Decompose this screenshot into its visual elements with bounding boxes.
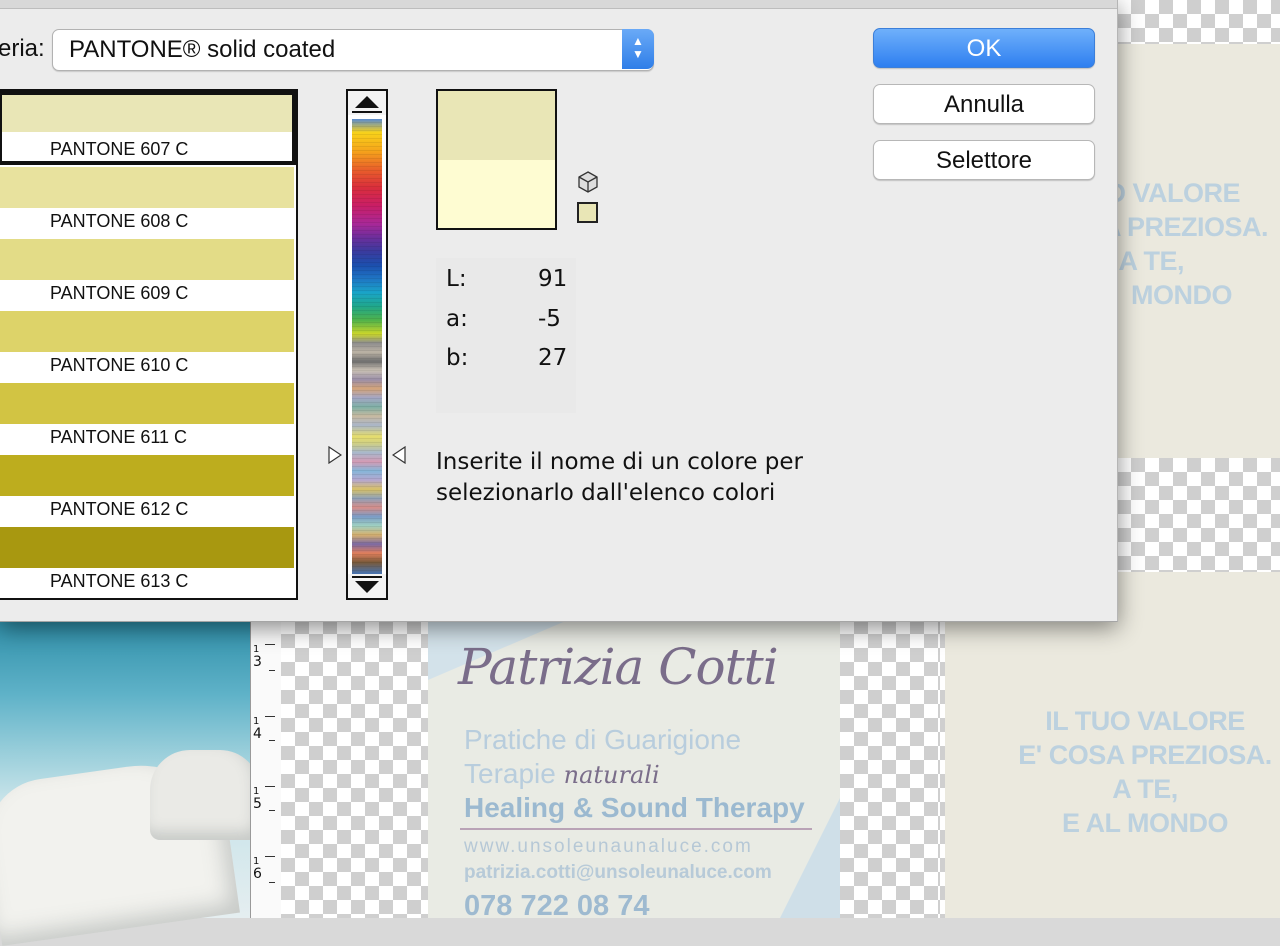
canvas-transparency-center <box>840 620 940 918</box>
slider-left-arrow-icon[interactable] <box>328 446 342 464</box>
swatch-611[interactable] <box>0 383 294 424</box>
cube-icon[interactable] <box>577 170 599 194</box>
b-label: b: <box>446 345 469 371</box>
signature-logo: Patrizia Cotti <box>458 638 779 696</box>
L-value: 91 <box>538 266 568 292</box>
ruler-mark-3: 13 <box>253 644 262 670</box>
card-email: patrizia.cotti@unsoleunaluce.com <box>464 862 772 883</box>
card-line-1: Pratiche di Guarigione <box>464 724 742 755</box>
dialog-titlebar-edge <box>0 0 1117 9</box>
b-value: 27 <box>538 345 568 371</box>
library-label: eria: <box>0 35 45 62</box>
select-arrows-icon: ▲ ▼ <box>622 29 654 69</box>
selected-swatch-highlight <box>0 91 296 165</box>
card-website: www.unsoleunaunaluce.com <box>464 836 753 857</box>
swatch-label-608: PANTONE 608 C <box>50 211 189 231</box>
card-line-2: Terapie naturali <box>464 758 660 789</box>
card-divider <box>460 828 812 830</box>
swatch-609[interactable] <box>0 239 294 280</box>
swatch-610[interactable] <box>0 311 294 352</box>
swatch-label-609: PANTONE 609 C <box>50 283 189 303</box>
canvas-transparency-mid-right <box>1117 458 1280 572</box>
canvas-transparency-top-right <box>1117 0 1280 44</box>
canvas-transparency-gap <box>940 620 945 918</box>
bedroom-photo <box>0 620 260 946</box>
color-range-slider[interactable] <box>346 89 388 600</box>
color-swatch-icon[interactable] <box>577 202 598 223</box>
ok-button[interactable]: OK <box>873 28 1095 68</box>
swatch-label-613: PANTONE 613 C <box>50 571 189 591</box>
card-phone: 078 722 08 74 <box>464 890 650 918</box>
scroll-down-icon[interactable] <box>348 574 386 598</box>
canvas-transparency-left <box>281 620 428 918</box>
new-color-preview <box>438 91 555 160</box>
vertical-ruler[interactable]: 13 14 15 16 <box>250 620 282 918</box>
swatch-608[interactable] <box>0 167 294 208</box>
swatch-label-610: PANTONE 610 C <box>50 355 189 375</box>
library-select[interactable]: PANTONE® solid coated ▲ ▼ <box>52 29 654 71</box>
scroll-up-icon[interactable] <box>348 91 386 115</box>
color-preview <box>436 89 557 230</box>
card-line-3: Healing & Sound Therapy <box>464 792 805 823</box>
hint-text: Inserite il nome di un colore per selezi… <box>436 449 803 506</box>
ruler-mark-6: 16 <box>253 856 262 882</box>
swatch-label-612: PANTONE 612 C <box>50 499 189 519</box>
picker-button[interactable]: Selettore <box>873 140 1095 180</box>
cancel-button[interactable]: Annulla <box>873 84 1095 124</box>
color-libraries-dialog: eria: PANTONE® solid coated ▲ ▼ OK Annull… <box>0 0 1118 622</box>
swatch-612[interactable] <box>0 455 294 496</box>
swatch-label-611: PANTONE 611 C <box>50 427 188 447</box>
slogan: IL TUO VALORE E' COSA PREZIOSA. A TE, E … <box>1018 706 1272 838</box>
a-value: -5 <box>538 306 561 332</box>
library-select-value: PANTONE® solid coated <box>69 36 336 63</box>
ruler-mark-4: 14 <box>253 716 262 742</box>
pillow-shape-2 <box>150 750 260 840</box>
a-label: a: <box>446 306 468 332</box>
swatch-613[interactable] <box>0 527 294 568</box>
slider-right-arrow-icon[interactable] <box>392 446 406 464</box>
swatch-list[interactable]: PANTONE 607 C PANTONE 608 C PANTONE 609 … <box>0 89 298 600</box>
business-card: Patrizia Cotti Pratiche di Guarigione Te… <box>428 620 840 918</box>
current-color-preview <box>438 160 555 228</box>
ruler-mark-5: 15 <box>253 786 262 812</box>
L-label: L: <box>446 266 467 292</box>
